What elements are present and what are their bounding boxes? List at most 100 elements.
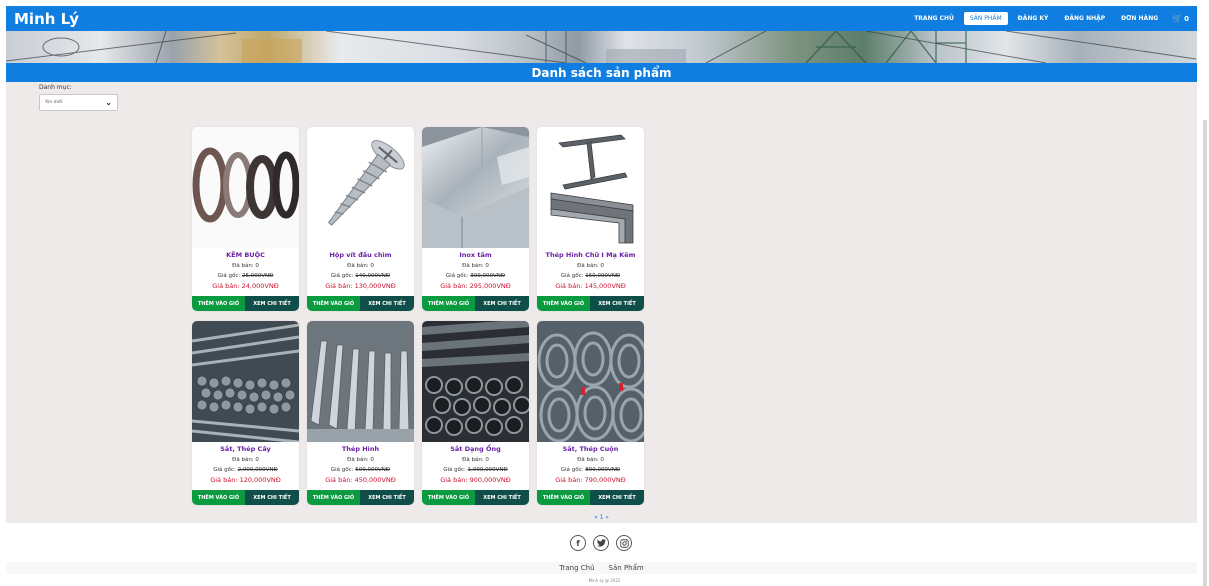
product-original-price: Giá gốc: 1,000,000VNĐ bbox=[443, 467, 508, 473]
product-actions: THÊM VÀO GIỎ XEM CHI TIẾT bbox=[192, 490, 299, 505]
product-name[interactable]: Thép Hình bbox=[307, 445, 414, 453]
product-image[interactable] bbox=[422, 127, 529, 248]
category-select[interactable]: Xin mời ⌄ bbox=[39, 94, 118, 111]
product-sale-price: Giá bán: 24,000VNĐ bbox=[212, 282, 279, 290]
product-card: Thép Hình Đã bán: 0 Giá gốc: 500,000VNĐ … bbox=[307, 321, 414, 505]
footer-link-products[interactable]: Sản Phẩm bbox=[609, 564, 644, 572]
product-actions: THÊM VÀO GIỎ XEM CHI TIẾT bbox=[422, 296, 529, 311]
view-detail-button[interactable]: XEM CHI TIẾT bbox=[360, 296, 414, 311]
product-name[interactable]: Sắt, Thép Cây bbox=[192, 445, 299, 453]
view-detail-button[interactable]: XEM CHI TIẾT bbox=[475, 490, 529, 505]
product-sold: Đã bán: 0 bbox=[462, 457, 489, 463]
cart-count: 0 bbox=[1184, 14, 1189, 23]
product-original-price: Giá gốc: 25,000VNĐ bbox=[217, 273, 274, 279]
product-card: Thép Hình Chữ I Mạ Kẽm Đã bán: 0 Giá gốc… bbox=[537, 127, 644, 311]
product-sale-price: Giá bán: 130,000VNĐ bbox=[325, 282, 396, 290]
product-actions: THÊM VÀO GIỎ XEM CHI TIẾT bbox=[537, 296, 644, 311]
product-original-price: Giá gốc: 2,000,000VNĐ bbox=[213, 467, 278, 473]
product-sale-price: Giá bán: 295,000VNĐ bbox=[440, 282, 511, 290]
add-to-cart-button[interactable]: THÊM VÀO GIỎ bbox=[537, 296, 590, 311]
product-actions: THÊM VÀO GIỎ XEM CHI TIẾT bbox=[192, 296, 299, 311]
product-sale-price: Giá bán: 450,000VNĐ bbox=[325, 476, 396, 484]
product-card: KẼM BUỘC Đã bán: 0 Giá gốc: 25,000VNĐ Gi… bbox=[192, 127, 299, 311]
nav-links: TRANG CHỦ SẢN PHẨM ĐĂNG KÝ ĐĂNG NHẬP ĐƠN… bbox=[908, 12, 1189, 25]
product-name[interactable]: Sắt, Thép Cuộn bbox=[537, 445, 644, 453]
add-to-cart-button[interactable]: THÊM VÀO GIỎ bbox=[537, 490, 590, 505]
section-title-bar: Danh sách sản phẩm bbox=[6, 63, 1197, 82]
product-image[interactable] bbox=[537, 127, 644, 248]
nav-products[interactable]: SẢN PHẨM bbox=[963, 12, 1008, 25]
product-sale-price: Giá bán: 900,000VNĐ bbox=[440, 476, 511, 484]
product-actions: THÊM VÀO GIỎ XEM CHI TIẾT bbox=[307, 296, 414, 311]
footer-nav: Trang Chủ Sản Phẩm bbox=[6, 562, 1197, 574]
social-links: f bbox=[570, 535, 632, 551]
product-card: Inox tấm Đã bán: 0 Giá gốc: 300,000VNĐ G… bbox=[422, 127, 529, 311]
category-label: Danh mục: bbox=[39, 84, 72, 91]
product-original-price: Giá gốc: 500,000VNĐ bbox=[330, 467, 391, 473]
page-scrollbar[interactable] bbox=[1203, 120, 1207, 586]
product-image[interactable] bbox=[192, 127, 299, 248]
product-actions: THÊM VÀO GIỎ XEM CHI TIẾT bbox=[422, 490, 529, 505]
nav-login[interactable]: ĐĂNG NHẬP bbox=[1058, 12, 1111, 25]
product-name[interactable]: Hộp vít đầu chìm bbox=[307, 251, 414, 259]
product-name[interactable]: Thép Hình Chữ I Mạ Kẽm bbox=[537, 251, 644, 259]
product-sale-price: Giá bán: 120,000VNĐ bbox=[210, 476, 281, 484]
view-detail-button[interactable]: XEM CHI TIẾT bbox=[360, 490, 414, 505]
banner-artwork bbox=[6, 31, 1197, 63]
product-image[interactable] bbox=[307, 127, 414, 248]
product-sold: Đã bán: 0 bbox=[232, 263, 259, 269]
product-listing: Danh mục: Xin mời ⌄ KẼM BUỘC Đã bán: 0 G… bbox=[6, 82, 1197, 523]
view-detail-button[interactable]: XEM CHI TIẾT bbox=[245, 490, 299, 505]
product-sold: Đã bán: 0 bbox=[347, 263, 374, 269]
footer-link-home[interactable]: Trang Chủ bbox=[559, 564, 594, 572]
twitter-icon[interactable] bbox=[593, 535, 609, 551]
product-original-price: Giá gốc: 300,000VNĐ bbox=[445, 273, 506, 279]
section-title: Danh sách sản phẩm bbox=[531, 65, 672, 80]
hero-banner bbox=[6, 31, 1197, 63]
add-to-cart-button[interactable]: THÊM VÀO GIỎ bbox=[422, 296, 475, 311]
instagram-icon[interactable] bbox=[616, 535, 632, 551]
product-card: Hộp vít đầu chìm Đã bán: 0 Giá gốc: 140,… bbox=[307, 127, 414, 311]
pagination[interactable]: « 1 » bbox=[6, 514, 1197, 521]
nav-orders[interactable]: ĐƠN HÀNG bbox=[1115, 12, 1164, 25]
product-sold: Đã bán: 0 bbox=[577, 457, 604, 463]
product-sold: Đã bán: 0 bbox=[462, 263, 489, 269]
view-detail-button[interactable]: XEM CHI TIẾT bbox=[590, 490, 644, 505]
product-sold: Đã bán: 0 bbox=[347, 457, 374, 463]
product-actions: THÊM VÀO GIỎ XEM CHI TIẾT bbox=[537, 490, 644, 505]
cart-button[interactable]: 🛒 0 bbox=[1168, 14, 1189, 23]
product-card: Sắt, Thép Cây Đã bán: 0 Giá gốc: 2,000,0… bbox=[192, 321, 299, 505]
chevron-down-icon: ⌄ bbox=[105, 97, 112, 107]
copyright: Minh Lý @ 2022 bbox=[588, 578, 621, 583]
product-image[interactable] bbox=[307, 321, 414, 442]
product-image[interactable] bbox=[422, 321, 529, 442]
product-actions: THÊM VÀO GIỎ XEM CHI TIẾT bbox=[307, 490, 414, 505]
category-select-value: Xin mời bbox=[45, 100, 63, 105]
product-image[interactable] bbox=[537, 321, 644, 442]
product-card: Sắt, Thép Cuộn Đã bán: 0 Giá gốc: 800,00… bbox=[537, 321, 644, 505]
nav-home[interactable]: TRANG CHỦ bbox=[908, 12, 960, 25]
view-detail-button[interactable]: XEM CHI TIẾT bbox=[475, 296, 529, 311]
product-name[interactable]: Sắt Dạng Ống bbox=[422, 445, 529, 453]
top-navbar: Minh Lý TRANG CHỦ SẢN PHẨM ĐĂNG KÝ ĐĂNG … bbox=[6, 6, 1197, 31]
product-image[interactable] bbox=[192, 321, 299, 442]
product-original-price: Giá gốc: 800,000VNĐ bbox=[560, 467, 621, 473]
nav-register[interactable]: ĐĂNG KÝ bbox=[1012, 12, 1055, 25]
view-detail-button[interactable]: XEM CHI TIẾT bbox=[245, 296, 299, 311]
product-sale-price: Giá bán: 790,000VNĐ bbox=[555, 476, 626, 484]
product-sold: Đã bán: 0 bbox=[577, 263, 604, 269]
view-detail-button[interactable]: XEM CHI TIẾT bbox=[590, 296, 644, 311]
brand-logo[interactable]: Minh Lý bbox=[14, 10, 79, 28]
product-original-price: Giá gốc: 150,000VNĐ bbox=[560, 273, 621, 279]
product-sale-price: Giá bán: 145,000VNĐ bbox=[555, 282, 626, 290]
add-to-cart-button[interactable]: THÊM VÀO GIỎ bbox=[307, 296, 360, 311]
add-to-cart-button[interactable]: THÊM VÀO GIỎ bbox=[307, 490, 360, 505]
product-name[interactable]: Inox tấm bbox=[422, 251, 529, 259]
product-name[interactable]: KẼM BUỘC bbox=[192, 251, 299, 259]
facebook-icon[interactable]: f bbox=[570, 535, 586, 551]
add-to-cart-button[interactable]: THÊM VÀO GIỎ bbox=[192, 490, 245, 505]
add-to-cart-button[interactable]: THÊM VÀO GIỎ bbox=[422, 490, 475, 505]
product-sold: Đã bán: 0 bbox=[232, 457, 259, 463]
product-card: Sắt Dạng Ống Đã bán: 0 Giá gốc: 1,000,00… bbox=[422, 321, 529, 505]
add-to-cart-button[interactable]: THÊM VÀO GIỎ bbox=[192, 296, 245, 311]
